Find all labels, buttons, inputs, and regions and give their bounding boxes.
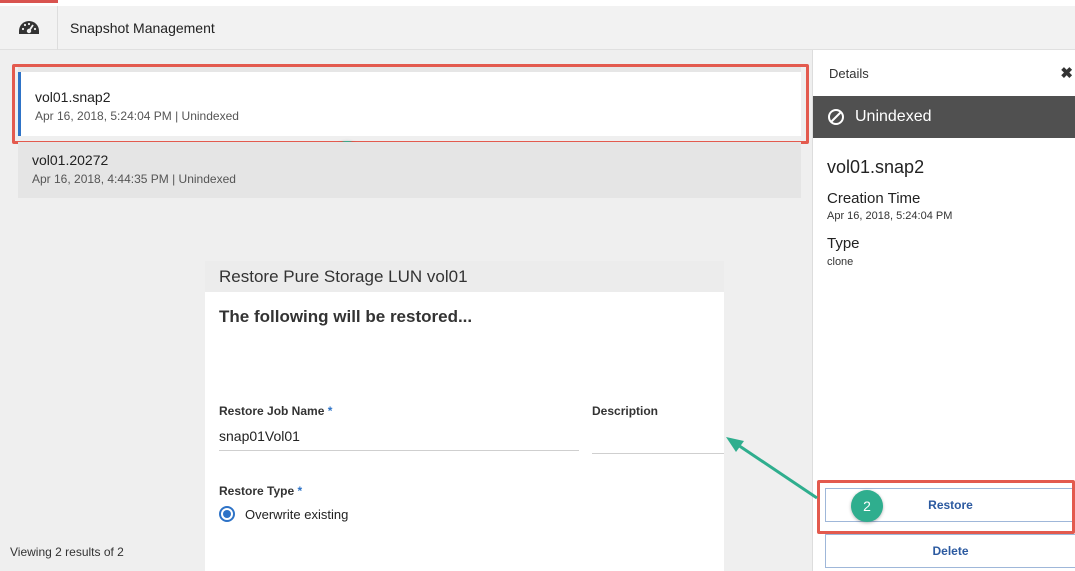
description-field[interactable]: [592, 428, 724, 454]
restore-type-label: Restore Type *: [219, 484, 303, 498]
type-label: Type: [827, 235, 860, 252]
details-snapshot-name: vol01.snap2: [827, 157, 925, 177]
details-heading: Details: [829, 66, 869, 81]
top-accent-bar: [0, 0, 58, 3]
creation-time-label: Creation Time: [827, 190, 921, 207]
app-header: Snapshot Management: [0, 6, 1075, 50]
radio-selected-icon[interactable]: [219, 506, 235, 522]
description-label: Description: [592, 404, 659, 418]
status-banner: Unindexed: [813, 96, 1075, 138]
dialog-subtitle: The following will be restored...: [219, 307, 473, 326]
page-title: Snapshot Management: [70, 20, 215, 36]
creation-time-value: Apr 16, 2018, 5:24:04 PM: [827, 210, 953, 222]
snapshot-meta: Apr 16, 2018, 4:44:35 PM | Unindexed: [32, 172, 236, 186]
job-name-field[interactable]: snap01Vol01: [219, 428, 579, 451]
close-icon[interactable]: ✖: [1060, 64, 1073, 82]
dashboard-gauge-icon[interactable]: [0, 6, 58, 50]
highlight-box-1: [12, 64, 809, 144]
step-badge-2: 2: [851, 490, 883, 522]
dialog-title: Restore Pure Storage LUN vol01: [205, 261, 724, 292]
prohibited-icon: [828, 109, 844, 125]
restore-dialog: Restore Pure Storage LUN vol01 The follo…: [205, 261, 724, 571]
type-value: clone: [827, 256, 854, 268]
snapshot-name: vol01.20272: [32, 152, 109, 168]
job-name-label: Restore Job Name *: [219, 404, 333, 418]
snapshot-list-item[interactable]: vol01.20272 Apr 16, 2018, 4:44:35 PM | U…: [18, 142, 801, 198]
delete-button[interactable]: Delete: [825, 534, 1075, 568]
restore-type-option[interactable]: Overwrite existing: [219, 506, 348, 522]
results-count: Viewing 2 results of 2: [10, 545, 124, 559]
